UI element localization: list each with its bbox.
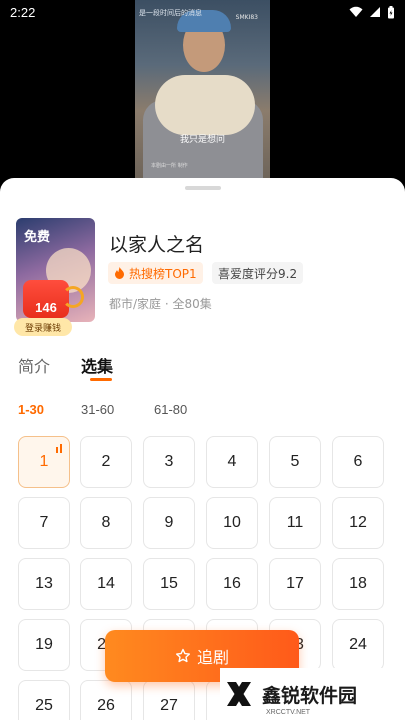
hot-tag-label: 热搜榜TOP1: [129, 266, 197, 281]
episode-item-25[interactable]: 25: [18, 680, 70, 720]
fire-icon: [115, 267, 124, 279]
score-tag-label: 喜爱度评分9.2: [218, 266, 298, 281]
episode-item-7[interactable]: 7: [18, 497, 70, 549]
range-61-80[interactable]: 61-80: [154, 402, 187, 417]
wifi-icon: [349, 6, 363, 17]
episode-number: 1: [39, 453, 49, 470]
episode-number: 15: [160, 575, 178, 592]
detail-tabs: 简介 选集: [0, 353, 405, 383]
episode-item-4[interactable]: 4: [206, 436, 258, 488]
range-1-30[interactable]: 1-30: [18, 402, 44, 417]
episode-sheet: 免费 146 登录赚钱 以家人之名 热搜榜TOP1 喜爱度评分9.2 都市/家庭…: [0, 178, 405, 720]
episode-item-26[interactable]: 26: [80, 680, 132, 720]
battery-icon: [388, 5, 394, 18]
status-icons: [349, 5, 395, 19]
episode-item-6[interactable]: 6: [332, 436, 384, 488]
tab-episodes[interactable]: 选集: [81, 353, 113, 377]
score-tag: 喜爱度评分9.2: [212, 262, 304, 284]
site-watermark: 鑫锐软件园 XRCCTV.NET: [220, 668, 405, 720]
coin-progress-ring: [62, 286, 84, 308]
range-31-60[interactable]: 31-60: [81, 402, 114, 417]
star-icon: [175, 648, 190, 663]
video-figure-bundle: [155, 75, 255, 135]
episode-number: 27: [160, 697, 178, 714]
watermark-logo-icon: [220, 675, 258, 713]
episode-number: 6: [353, 453, 363, 470]
episode-item-11[interactable]: 11: [269, 497, 321, 549]
status-bar: 2:22: [0, 0, 405, 24]
video-source: 本剧由一所 制作: [151, 163, 188, 169]
signal-icon: [370, 7, 380, 17]
follow-button-label: 追剧: [196, 648, 229, 667]
coin-count: 146: [35, 300, 57, 315]
login-earn-badge[interactable]: 登录赚钱: [14, 318, 72, 336]
episode-number: 24: [349, 636, 367, 653]
watermark-text: 鑫锐软件园: [262, 684, 358, 707]
episode-item-27[interactable]: 27: [143, 680, 195, 720]
episode-number: 19: [35, 636, 53, 653]
episode-number: 2: [101, 453, 111, 470]
sheet-drag-handle[interactable]: [185, 186, 221, 190]
episode-number: 17: [286, 575, 304, 592]
episode-number: 3: [164, 453, 174, 470]
episode-number: 4: [227, 453, 237, 470]
episode-range-selector: 1-30 31-60 61-80: [0, 402, 405, 422]
episode-number: 7: [39, 514, 49, 531]
watermark-url: XRCCTV.NET: [266, 709, 311, 716]
episode-number: 11: [286, 514, 304, 531]
hot-rank-tag[interactable]: 热搜榜TOP1: [108, 262, 203, 284]
status-time: 2:22: [10, 4, 36, 20]
episode-item-9[interactable]: 9: [143, 497, 195, 549]
poster-free-label: 免费: [24, 230, 51, 245]
episode-item-13[interactable]: 13: [18, 558, 70, 610]
tab-intro[interactable]: 简介: [18, 353, 50, 377]
episode-item-24[interactable]: 24: [332, 619, 384, 671]
episode-number: 18: [349, 575, 367, 592]
episode-number: 5: [290, 453, 300, 470]
episode-item-1[interactable]: 1: [18, 436, 70, 488]
episode-number: 10: [223, 514, 241, 531]
episode-item-2[interactable]: 2: [80, 436, 132, 488]
drama-meta: 都市/家庭 · 全80集: [109, 297, 212, 311]
tab-active-indicator: [90, 378, 112, 381]
episode-item-19[interactable]: 19: [18, 619, 70, 671]
episode-item-15[interactable]: 15: [143, 558, 195, 610]
episode-number: 8: [101, 514, 111, 531]
episode-number: 13: [35, 575, 53, 592]
episode-number: 16: [223, 575, 241, 592]
episode-item-8[interactable]: 8: [80, 497, 132, 549]
episode-item-17[interactable]: 17: [269, 558, 321, 610]
episode-number: 25: [35, 697, 53, 714]
episode-number: 14: [97, 575, 115, 592]
episode-item-5[interactable]: 5: [269, 436, 321, 488]
now-playing-icon: [56, 444, 62, 453]
drama-title: 以家人之名: [109, 234, 205, 256]
episode-number: 26: [97, 697, 115, 714]
episode-item-14[interactable]: 14: [80, 558, 132, 610]
episode-item-18[interactable]: 18: [332, 558, 384, 610]
episode-item-3[interactable]: 3: [143, 436, 195, 488]
episode-item-12[interactable]: 12: [332, 497, 384, 549]
video-player[interactable]: 是一段时间后的消息 SMKI83 我只是想问 本剧由一所 制作: [135, 0, 270, 185]
episode-item-10[interactable]: 10: [206, 497, 258, 549]
episode-number: 9: [164, 514, 174, 531]
episode-item-16[interactable]: 16: [206, 558, 258, 610]
video-subtitle: 我只是想问: [179, 135, 225, 145]
episode-number: 12: [349, 514, 367, 531]
